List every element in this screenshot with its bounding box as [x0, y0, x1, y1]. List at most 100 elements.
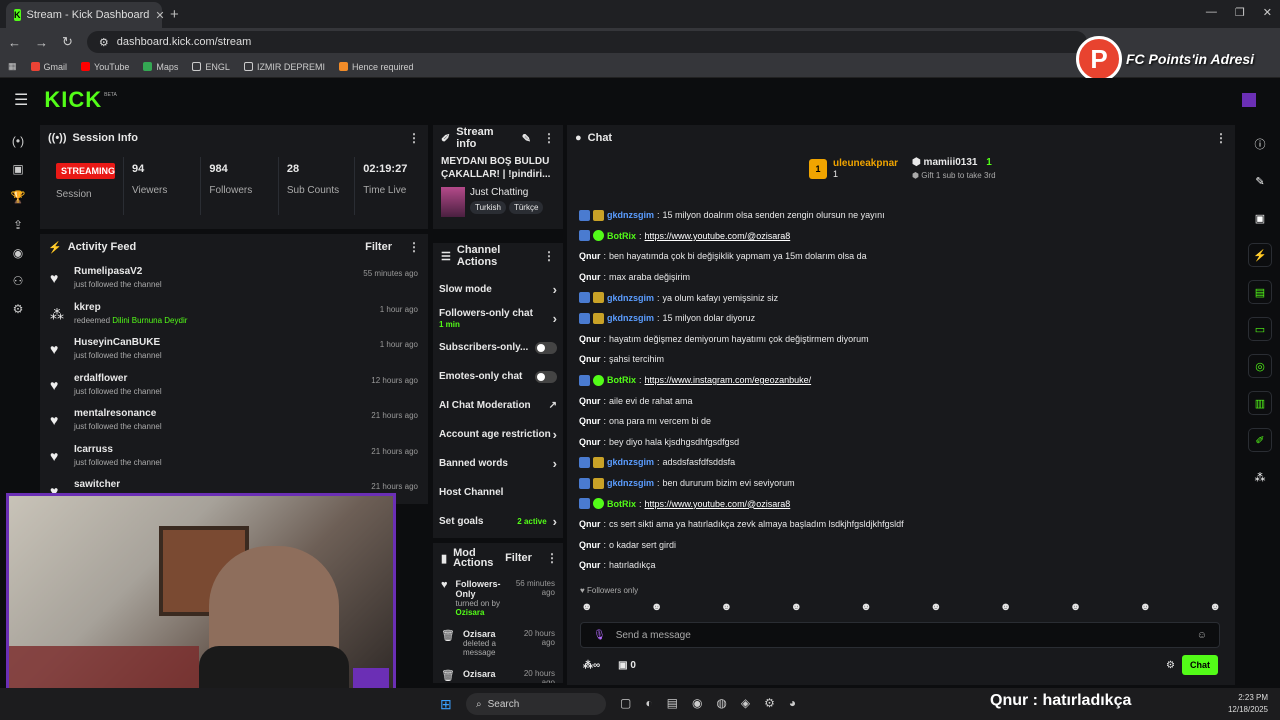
emotes-only-toggle[interactable] — [535, 370, 557, 383]
reload-icon[interactable]: ↻ — [62, 34, 73, 50]
gifter-name[interactable]: uleuneakpnar — [833, 158, 898, 169]
chat-text[interactable]: https://www.instagram.com/egeozanbuke/ — [645, 375, 812, 385]
users-icon[interactable]: ⚇ — [13, 274, 24, 288]
host-channel-row[interactable]: Host Channel — [433, 478, 563, 507]
mod-action-name[interactable]: Followers-Only — [456, 579, 505, 599]
slow-mode-row[interactable]: Slow mode › — [433, 275, 563, 304]
chat-username[interactable]: Qnur — [579, 334, 601, 344]
emote-icon[interactable]: ☻ — [860, 601, 872, 613]
gifter-name[interactable]: mamiii0131 — [924, 157, 978, 168]
menu-icon[interactable]: ☰ — [14, 90, 28, 110]
forward-icon[interactable]: → — [35, 35, 48, 50]
edit-icon[interactable]: ✎ — [522, 132, 531, 145]
activity-username[interactable]: erdalflower — [74, 373, 361, 384]
more-icon[interactable]: ⋮ — [543, 249, 555, 263]
banned-words-row[interactable]: Banned words › — [433, 449, 563, 478]
mod-action-by[interactable]: Ozisara — [456, 608, 485, 617]
settings-icon[interactable]: ⚙ — [13, 302, 24, 316]
activity-username[interactable]: RumelipasaV2 — [74, 266, 353, 277]
task-view-icon[interactable]: ▢ — [620, 696, 631, 710]
bookmark-maps[interactable]: Maps — [143, 62, 178, 72]
emote-icon[interactable]: ☻ — [930, 601, 942, 613]
restore-icon[interactable]: ❐ — [1235, 6, 1245, 19]
ai-moderation-row[interactable]: AI Chat Moderation ↗ — [433, 391, 563, 420]
chat-username[interactable]: BotRix — [607, 375, 636, 385]
chat-settings-icon[interactable]: ⚙ — [1166, 660, 1175, 671]
analytics-icon[interactable]: ▣ — [12, 162, 23, 176]
subscribers-only-toggle[interactable] — [535, 341, 557, 354]
chat-username[interactable]: Qnur — [579, 540, 601, 550]
chat-username[interactable]: Qnur — [579, 354, 601, 364]
close-window-icon[interactable]: ✕ — [1263, 6, 1272, 19]
more-icon[interactable]: ⋮ — [408, 240, 420, 254]
activity-username[interactable]: kkrep — [74, 302, 370, 313]
activity-username[interactable]: HuseyinCanBUKE — [74, 337, 370, 348]
activity-username[interactable]: sawitcher — [74, 479, 361, 490]
bookmark-youtube[interactable]: YouTube — [81, 62, 129, 72]
filter-button[interactable]: Filter — [505, 552, 532, 564]
app-icon[interactable]: ◈ — [741, 696, 750, 710]
tag-chip[interactable]: Türkçe — [508, 201, 544, 214]
close-tab-icon[interactable]: ✕ — [155, 9, 164, 22]
infinity-icon[interactable]: ⁂∞ — [583, 660, 600, 671]
bolt-icon[interactable]: ⚡ — [1248, 243, 1272, 267]
emote-icon[interactable]: ☻ — [651, 601, 663, 613]
chat-username[interactable]: gkdnzsgim — [607, 457, 654, 467]
chat-username[interactable]: gkdnzsgim — [607, 478, 654, 488]
chat-username[interactable]: Qnur — [579, 519, 601, 529]
stream-icon[interactable]: (•) — [12, 134, 24, 148]
apps-icon[interactable]: ▦ — [8, 61, 17, 72]
broadcast-icon[interactable]: ◎ — [1248, 354, 1272, 378]
chat-bubble-icon[interactable]: ▭ — [1248, 317, 1272, 341]
chat-text[interactable]: https://www.youtube.com/@ozisara8 — [645, 499, 791, 509]
more-icon[interactable]: ⋮ — [543, 131, 555, 145]
activity-username[interactable]: Icarruss — [74, 444, 361, 455]
community-icon[interactable]: ◉ — [13, 246, 23, 260]
community-dots-icon[interactable]: ⁂ — [1248, 465, 1272, 489]
profile-avatar[interactable] — [1242, 93, 1256, 107]
chat-input[interactable]: 🎙 Send a message ☺ — [580, 622, 1220, 648]
emote-icon[interactable]: ☻ — [1000, 601, 1012, 613]
camera-icon[interactable]: ▣ — [1248, 206, 1272, 230]
back-icon[interactable]: ← — [8, 35, 21, 50]
chat-text[interactable]: https://www.youtube.com/@ozisara8 — [645, 231, 791, 241]
chat-username[interactable]: Qnur — [579, 560, 601, 570]
account-age-row[interactable]: Account age restriction › — [433, 420, 563, 449]
new-tab-icon[interactable]: + — [170, 6, 179, 23]
steam-icon[interactable]: ◍ — [716, 696, 726, 710]
tag-chip[interactable]: Turkish — [470, 201, 506, 214]
more-icon[interactable]: ⋮ — [408, 131, 420, 145]
chat-username[interactable]: BotRix — [607, 231, 636, 241]
taskbar-search[interactable]: ⌕ Search — [466, 693, 606, 715]
bookmark-gmail[interactable]: Gmail — [30, 62, 67, 72]
followers-only-row[interactable]: Followers-only chat 1 min › — [433, 304, 563, 333]
bookmark-hence[interactable]: Hence required — [338, 62, 414, 72]
gift-counter[interactable]: ▣ 0 — [618, 660, 636, 671]
layers-icon[interactable]: ▥ — [1248, 391, 1272, 415]
chat-username[interactable]: Qnur — [579, 396, 601, 406]
edit-icon[interactable]: ✎ — [1248, 169, 1272, 193]
chat-send-button[interactable]: Chat — [1182, 655, 1218, 675]
chat-username[interactable]: gkdnzsgim — [607, 293, 654, 303]
settings-icon[interactable]: ⚙ — [764, 696, 775, 710]
emote-icon[interactable]: ☻ — [790, 601, 802, 613]
chat-username[interactable]: gkdnzsgim — [607, 313, 654, 323]
more-icon[interactable]: ⋮ — [1215, 131, 1227, 145]
activity-username[interactable]: mentalresonance — [74, 408, 361, 419]
browser-tab[interactable]: K Stream - Kick Dashboard ✕ — [6, 2, 165, 28]
upload-icon[interactable]: ⇪ — [13, 218, 23, 232]
trophy-icon[interactable]: 🏆 — [11, 190, 26, 204]
mod-action-name[interactable]: Ozisara — [463, 629, 505, 639]
chat-username[interactable]: Qnur — [579, 272, 601, 282]
chat-username[interactable]: gkdnzsgim — [607, 210, 654, 220]
emote-icon[interactable]: ☻ — [581, 601, 593, 613]
chrome-icon[interactable]: ◉ — [692, 696, 702, 710]
chat-username[interactable]: Qnur — [579, 437, 601, 447]
kick-logo[interactable]: KICK — [44, 87, 102, 113]
emote-icon[interactable]: ☻ — [721, 601, 733, 613]
microphone-icon[interactable]: 🎙 — [593, 630, 606, 641]
more-icon[interactable]: ⋮ — [546, 551, 558, 565]
bookmark-izmir[interactable]: IZMIR DEPREMI — [243, 62, 325, 72]
emoji-icon[interactable]: ☺ — [1197, 630, 1207, 641]
emote-icon[interactable]: ☻ — [1070, 601, 1082, 613]
